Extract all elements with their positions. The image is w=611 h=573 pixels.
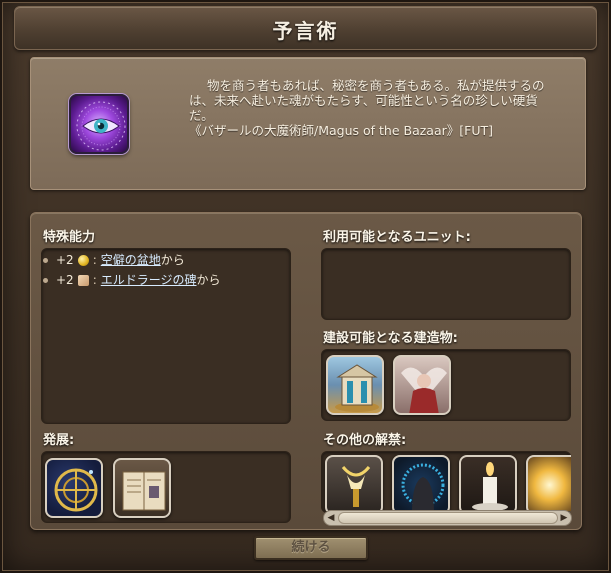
continue-button[interactable]: 続ける bbox=[254, 536, 368, 560]
buildings-label: 建設可能となる建造物: bbox=[323, 331, 458, 346]
developments-label: 発展: bbox=[43, 433, 75, 448]
ability-row: +2 : エルドラージの碑 から bbox=[43, 270, 221, 290]
candle-icon[interactable] bbox=[459, 455, 517, 511]
hooded-figure-icon[interactable] bbox=[392, 455, 450, 511]
ability-source-link[interactable]: エルドラージの碑 bbox=[101, 270, 197, 290]
other-unlocks-label: その他の解禁: bbox=[323, 433, 407, 448]
ability-row: +2 : 空僻の盆地 から bbox=[43, 250, 221, 270]
lore-panel: 物を商う者もあれば、秘密を商う者もある。私が提供するの は、未来へ赴いた魂がもた… bbox=[30, 57, 586, 190]
radiant-orb-icon[interactable] bbox=[526, 455, 571, 511]
units-well bbox=[321, 248, 571, 320]
other-unlocks-scrollbar[interactable]: ◀ ▶ bbox=[323, 510, 572, 526]
scroll-right-icon[interactable]: ▶ bbox=[557, 511, 571, 525]
units-label: 利用可能となるユニット: bbox=[323, 230, 471, 245]
scroll-left-icon[interactable]: ◀ bbox=[324, 511, 338, 525]
scroll-icon bbox=[77, 274, 89, 286]
title-bar: 予言術 bbox=[14, 6, 597, 50]
gold-coin-icon bbox=[77, 254, 89, 266]
ability-suffix: から bbox=[160, 253, 185, 267]
scroll-thumb[interactable] bbox=[338, 512, 558, 524]
lore-line-3: だ。 bbox=[189, 108, 214, 123]
all-seeing-eye-icon bbox=[69, 94, 129, 154]
spellbook-icon[interactable] bbox=[113, 458, 171, 518]
astrolabe-icon[interactable] bbox=[45, 458, 103, 518]
shrine-building-icon[interactable] bbox=[326, 355, 384, 415]
lore-line-2: は、未来へ赴いた魂がもたらす、可能性という名の珍しい硬貨 bbox=[189, 93, 538, 108]
lore-line-1: 物を商う者もあれば、秘密を商う者もある。私が提供するの bbox=[207, 78, 545, 93]
special-abilities-list: +2 : 空僻の盆地 から +2 : エルドラージの碑 から bbox=[43, 250, 221, 290]
separator-icon: : bbox=[92, 253, 97, 267]
separator-icon: : bbox=[92, 273, 97, 287]
weeping-angel-icon[interactable] bbox=[393, 355, 451, 415]
lore-quote: 物を商う者もあれば、秘密を商う者もある。私が提供するの は、未来へ赴いた魂がもた… bbox=[189, 78, 579, 138]
bullet-icon bbox=[43, 277, 48, 283]
lore-source: 《バザールの大魔術師/Magus of the Bazaar》[FUT] bbox=[189, 123, 493, 138]
ability-suffix: から bbox=[196, 273, 221, 287]
ability-amount: +2 bbox=[56, 253, 74, 267]
other-unlocks-strip bbox=[321, 453, 571, 511]
golden-chalice-icon[interactable] bbox=[325, 455, 383, 511]
window-title: 予言術 bbox=[272, 19, 339, 43]
bullet-icon bbox=[43, 257, 48, 263]
special-abilities-label: 特殊能力 bbox=[43, 230, 96, 245]
ability-amount: +2 bbox=[56, 273, 74, 287]
ability-source-link[interactable]: 空僻の盆地 bbox=[101, 250, 161, 270]
